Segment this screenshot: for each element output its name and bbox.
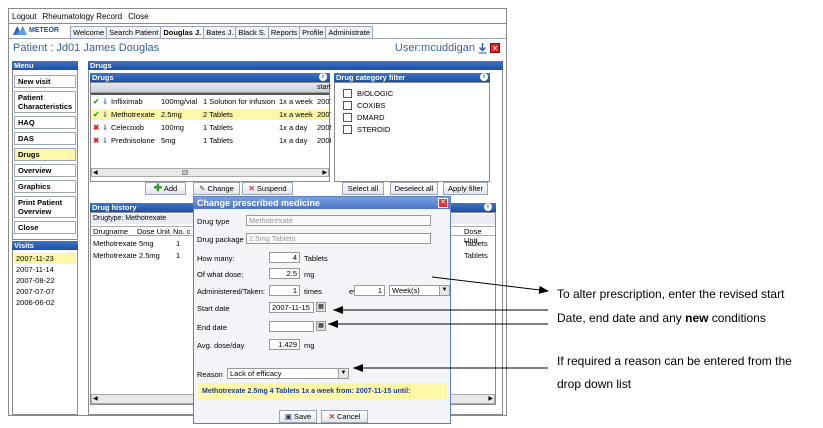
annotation-text: drop down list bbox=[557, 377, 632, 391]
arrow-head bbox=[328, 320, 338, 328]
arrow-head bbox=[333, 306, 343, 314]
annotation-text-part: conditions bbox=[708, 311, 766, 325]
annotation-bold: new bbox=[685, 311, 709, 325]
annotation-text: If required a reason can be entered from… bbox=[557, 354, 792, 368]
arrow-line bbox=[431, 276, 549, 294]
annotation-text: To alter prescription, enter the revised… bbox=[557, 287, 785, 301]
annotation-text: Date, end date and any new conditions bbox=[557, 311, 766, 325]
arrow-head bbox=[353, 364, 363, 372]
annotation-text-part: Date, end date and any bbox=[557, 311, 686, 325]
